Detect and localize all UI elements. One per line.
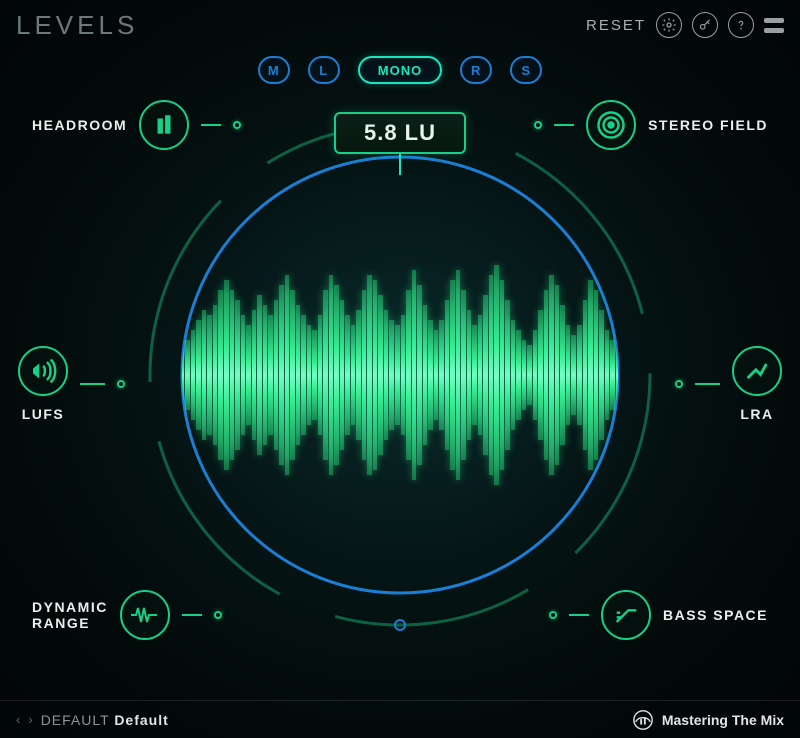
help-icon[interactable] bbox=[728, 12, 754, 38]
dynamic-range-label: DYNAMIC RANGE bbox=[32, 599, 108, 631]
lra-label: LRA bbox=[740, 406, 773, 422]
bass-space-icon[interactable] bbox=[601, 590, 651, 640]
metric-stereo-field: STEREO FIELD bbox=[534, 100, 768, 150]
app-title: LEVELS bbox=[16, 10, 138, 41]
header-bar: LEVELS RESET bbox=[0, 0, 800, 50]
metric-dynamic-range: DYNAMIC RANGE bbox=[32, 590, 222, 640]
metric-bass-space: BASS SPACE bbox=[549, 590, 768, 640]
channel-l[interactable]: L bbox=[308, 56, 340, 84]
preset-navigation: ‹ › DEFAULT Default bbox=[16, 712, 169, 728]
channel-selector: M L MONO R S bbox=[0, 56, 800, 84]
brand-logo[interactable]: Mastering The Mix bbox=[632, 709, 784, 731]
brand-icon bbox=[632, 709, 654, 731]
headroom-label: HEADROOM bbox=[32, 117, 127, 133]
metric-lufs: LUFS bbox=[18, 346, 125, 422]
metric-headroom: HEADROOM bbox=[32, 100, 241, 150]
channel-mono[interactable]: MONO bbox=[358, 56, 442, 84]
channel-m[interactable]: M bbox=[258, 56, 290, 84]
preset-prefix: DEFAULT bbox=[41, 712, 110, 728]
brand-name: Mastering The Mix bbox=[662, 712, 784, 728]
settings-icon[interactable] bbox=[656, 12, 682, 38]
lufs-icon[interactable] bbox=[18, 346, 68, 396]
headroom-icon[interactable] bbox=[139, 100, 189, 150]
lra-icon[interactable] bbox=[732, 346, 782, 396]
stereo-field-label: STEREO FIELD bbox=[648, 117, 768, 133]
channel-s[interactable]: S bbox=[510, 56, 542, 84]
lufs-label: LUFS bbox=[22, 406, 65, 422]
waveform-display bbox=[180, 255, 620, 495]
reset-button[interactable]: RESET bbox=[586, 17, 646, 34]
metric-lra: LRA bbox=[675, 346, 782, 422]
channel-r[interactable]: R bbox=[460, 56, 492, 84]
header-controls: RESET bbox=[586, 12, 784, 38]
stereo-field-icon[interactable] bbox=[586, 100, 636, 150]
footer-bar: ‹ › DEFAULT Default Mastering The Mix bbox=[0, 700, 800, 738]
preset-display[interactable]: DEFAULT Default bbox=[41, 712, 169, 728]
preset-name: Default bbox=[114, 712, 168, 728]
dynamic-range-icon[interactable] bbox=[120, 590, 170, 640]
menu-icon[interactable] bbox=[764, 18, 784, 33]
preset-prev-icon[interactable]: ‹ bbox=[16, 712, 20, 727]
main-stage: M L MONO R S 5.8 LU HEADROOM bbox=[0, 50, 800, 700]
lu-readout: 5.8 LU bbox=[334, 112, 466, 154]
preset-next-icon[interactable]: › bbox=[28, 712, 32, 727]
key-icon[interactable] bbox=[692, 12, 718, 38]
bass-space-label: BASS SPACE bbox=[663, 607, 768, 623]
